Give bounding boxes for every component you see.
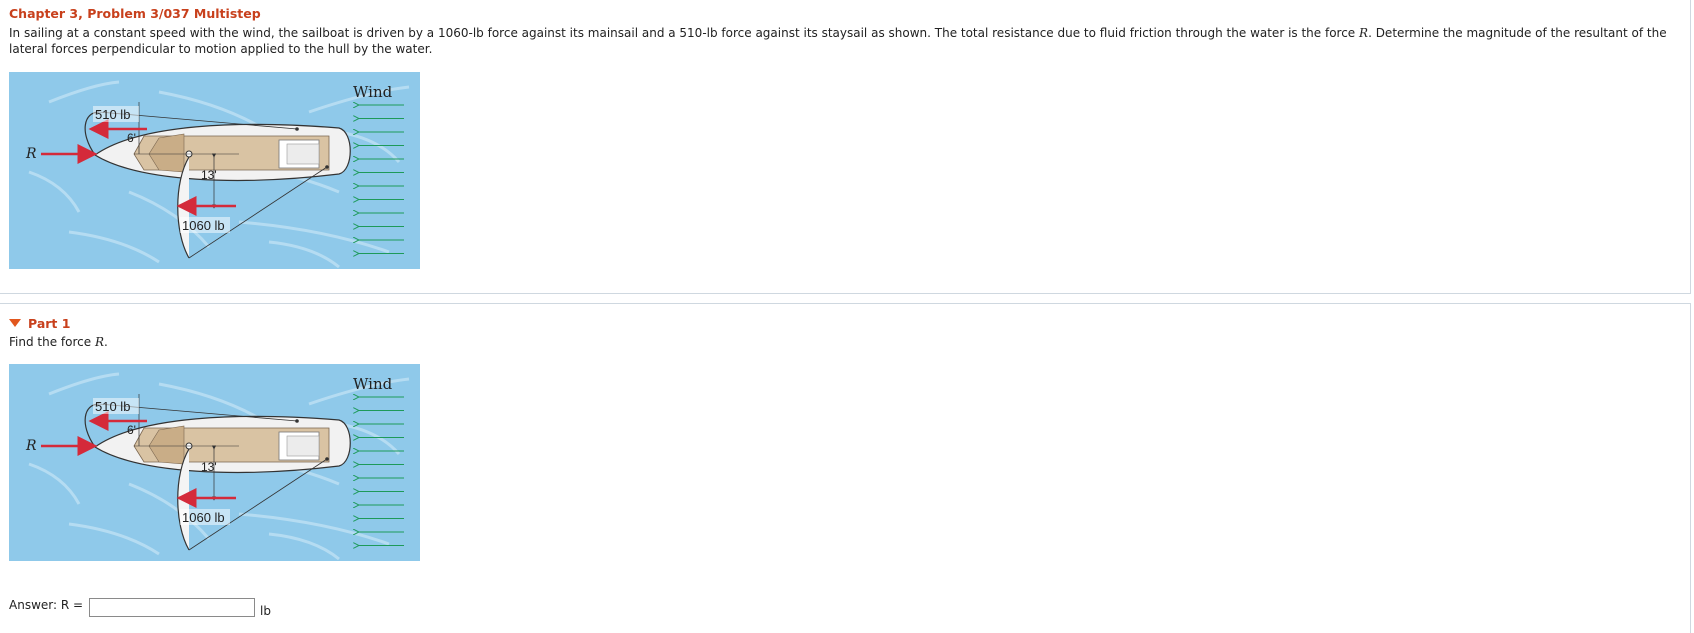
mainsail-force-label: 1060 lb: [182, 510, 225, 525]
staysail-force-label: 510 lb: [95, 399, 130, 414]
part-1-prompt: Find the force R.: [9, 335, 108, 349]
answer-label: Answer: R =: [9, 598, 84, 612]
sailboat-figure-part-1: 6' 13' 510 lb 1060 lb R Wind: [9, 364, 420, 561]
answer-input[interactable]: [89, 598, 255, 617]
sailboat-figure: 6' 13' 510 lb 1060 lb R Wind: [9, 72, 420, 269]
wind-label: Wind: [353, 83, 393, 101]
wind-label: Wind: [353, 375, 393, 393]
dim-6-label: 6': [127, 131, 136, 145]
part-1-toggle[interactable]: Part 1: [9, 316, 70, 331]
mainsail-force-label: 1060 lb: [182, 218, 225, 233]
resistance-label: R: [25, 438, 37, 454]
figure-drawing: 6' 13' 510 lb 1060 lb R Wind: [9, 364, 420, 561]
staysail-force-label: 510 lb: [95, 107, 130, 122]
statement-var-r: R: [1359, 26, 1369, 40]
collapse-triangle-icon[interactable]: [9, 319, 21, 327]
resistance-label: R: [25, 146, 37, 162]
figure-drawing: 6' 13' 510 lb 1060 lb R Wind: [9, 72, 420, 269]
answer-unit: lb: [260, 604, 271, 618]
statement-text-1: In sailing at a constant speed with the …: [9, 26, 1360, 40]
part-1-label: Part 1: [28, 316, 71, 331]
problem-title: Chapter 3, Problem 3/037 Multistep: [9, 6, 261, 21]
problem-statement: In sailing at a constant speed with the …: [9, 26, 1685, 57]
dim-13-label: 13': [201, 168, 217, 182]
dim-13-label: 13': [201, 460, 217, 474]
dim-6-label: 6': [127, 423, 136, 437]
